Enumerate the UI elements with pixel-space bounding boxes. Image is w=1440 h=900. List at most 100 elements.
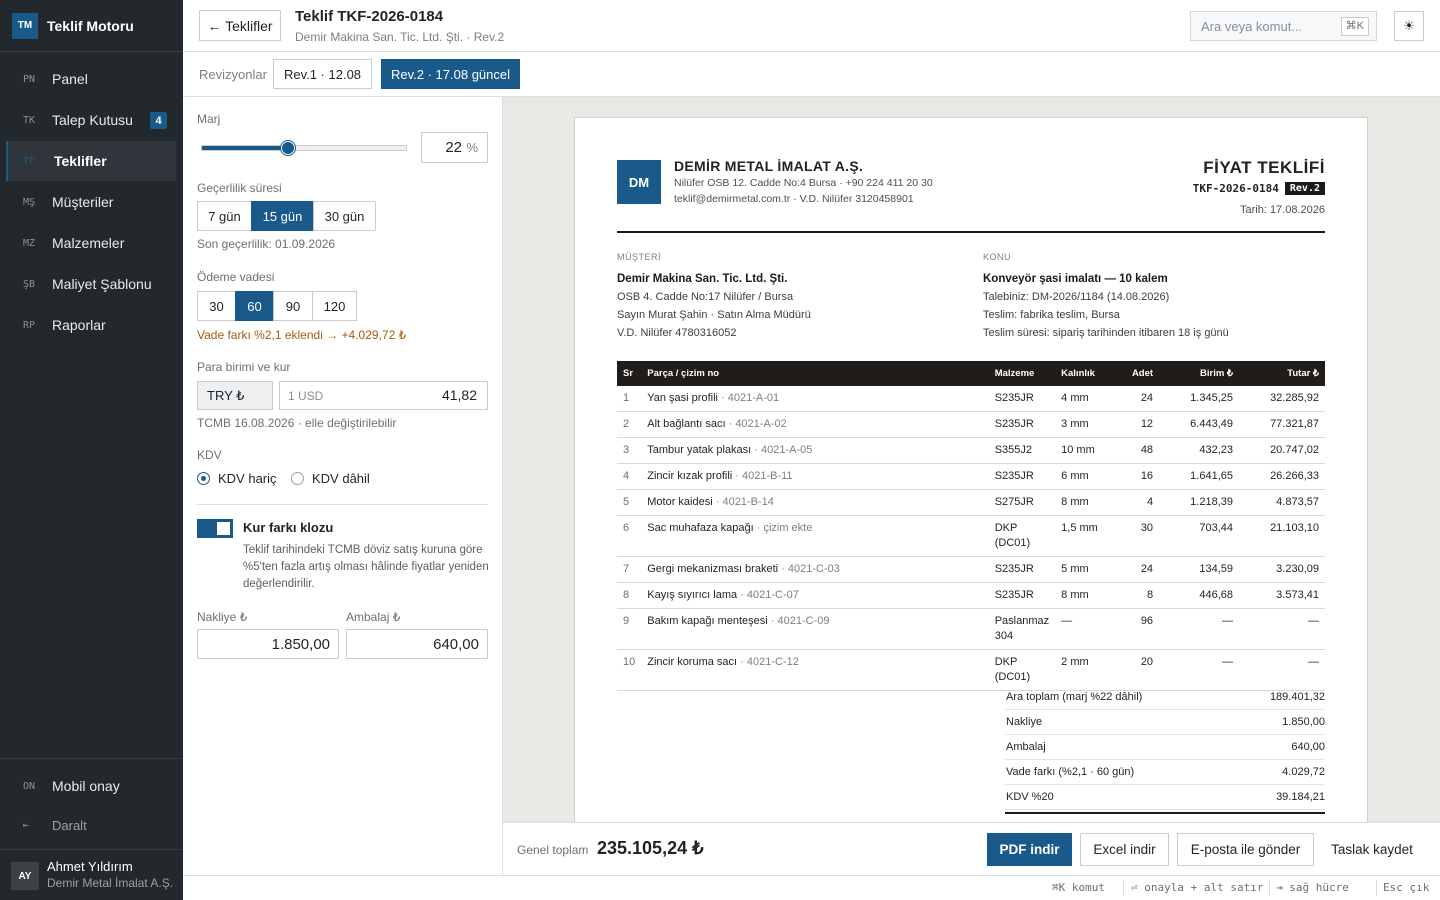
sidebar-item-maliyet-sablonu[interactable]: ŞB Maliyet Şablonu bbox=[6, 264, 176, 304]
theme-toggle-button[interactable]: ☀ bbox=[1394, 11, 1424, 41]
sidebar-item-teklifler[interactable]: TF Teklifler bbox=[6, 141, 176, 181]
cell-part: Gergi mekanizması braketi · 4021-C-03 bbox=[641, 556, 989, 583]
collapse-sidebar-button[interactable]: ⇤ Daralt bbox=[6, 805, 176, 845]
currency-note: TCMB 16.08.2026 · elle değiştirilebilir bbox=[197, 416, 397, 430]
customer-heading: MÜŞTERİ bbox=[617, 252, 661, 262]
revision-tab-1[interactable]: Rev.1 · 12.08 bbox=[273, 59, 372, 89]
page-title: Teklif TKF-2026-0184 bbox=[295, 8, 444, 25]
separator: · bbox=[725, 418, 736, 430]
table-row[interactable]: 7 Gergi mekanizması braketi · 4021-C-03 S2… bbox=[617, 556, 1325, 583]
cell-sr: 3 bbox=[617, 437, 642, 464]
brand[interactable]: TM Teklif Motoru bbox=[0, 0, 183, 52]
grand-total-label: Genel toplam bbox=[517, 843, 589, 857]
drawing-code: 4021-C-07 bbox=[746, 589, 799, 601]
status-bar: ⌘K komut ⏎ onayla + alt satır ⇥ sağ hücr… bbox=[183, 875, 1440, 900]
separator: · bbox=[737, 589, 747, 601]
total-label: Nakliye bbox=[1006, 716, 1043, 728]
search-input[interactable]: Ara veya komut... ⌘K bbox=[1190, 11, 1377, 41]
cell-qty: 12 bbox=[1117, 411, 1160, 438]
vat-included-radio[interactable]: KDV dâhil bbox=[291, 471, 370, 486]
download-pdf-button[interactable]: PDF indir bbox=[987, 833, 1072, 866]
table-row[interactable]: 3 Tambur yatak plakası · 4021-A-05 S355J2 1… bbox=[617, 437, 1325, 464]
fx-clause-toggle[interactable] bbox=[197, 519, 233, 538]
validity-option-15[interactable]: 15 gün bbox=[251, 201, 314, 231]
settings-panel: Marj 22 % Geçerlilik süresi 7 gün 15 gün… bbox=[183, 97, 503, 875]
sidebar-item-talep-kutusu[interactable]: TK Talep Kutusu 4 bbox=[6, 100, 176, 140]
validity-option-30[interactable]: 30 gün bbox=[313, 201, 376, 231]
search-placeholder: Ara veya komut... bbox=[1201, 19, 1303, 34]
table-row[interactable]: 8 Kayış sıyırıcı lama · 4021-C-07 S235JR 8 … bbox=[617, 582, 1325, 609]
cell-unit-price: 1.345,25 bbox=[1159, 386, 1239, 412]
cell-total: 26.266,33 bbox=[1239, 463, 1325, 490]
document-number-row: TKF-2026-0184 Rev.2 bbox=[1193, 182, 1325, 195]
cell-qty: 48 bbox=[1117, 437, 1160, 464]
total-row: Ara toplam (marj %22 dâhil) 189.401,32 bbox=[1005, 685, 1325, 710]
cell-thickness: 1,5 mm bbox=[1055, 515, 1118, 557]
subject-title: Konveyör şasi imalatı — 10 kalem bbox=[983, 273, 1168, 285]
validity-selector: 7 gün 15 gün 30 gün bbox=[197, 201, 376, 231]
sidebar-item-musteriler[interactable]: MŞ Müşteriler bbox=[6, 182, 176, 222]
cell-thickness: 3 mm bbox=[1055, 411, 1118, 438]
payment-label: Ödeme vadesi bbox=[197, 270, 275, 284]
packaging-input[interactable]: 640,00 bbox=[346, 629, 488, 659]
drawing-code: 4021-C-09 bbox=[777, 615, 830, 627]
payment-option-30[interactable]: 30 bbox=[197, 291, 236, 321]
cell-unit-price: 432,23 bbox=[1159, 437, 1239, 464]
cell-total: 20.747,02 bbox=[1239, 437, 1325, 464]
cell-material: S235JR bbox=[988, 556, 1056, 583]
table-row[interactable]: 5 Motor kaidesi · 4021-B-14 S275JR 8 mm 4 1.2… bbox=[617, 489, 1325, 516]
sidebar-item-raporlar[interactable]: RP Raporlar bbox=[6, 305, 176, 345]
table-row[interactable]: 6 Sac muhafaza kapağı · çizim ekte DKP (DC… bbox=[617, 515, 1325, 557]
table-row[interactable]: 2 Alt bağlantı sacı · 4021-A-02 S235JR 3 mm… bbox=[617, 411, 1325, 438]
avatar[interactable]: AY bbox=[11, 862, 39, 890]
download-excel-button[interactable]: Excel indir bbox=[1080, 833, 1169, 866]
sidebar-item-malzemeler[interactable]: MZ Malzemeler bbox=[6, 223, 176, 263]
save-draft-button[interactable]: Taslak kaydet bbox=[1323, 833, 1421, 866]
cell-part: Yan şasi profili · 4021-A-01 bbox=[641, 386, 989, 412]
total-label: Ara toplam (marj %22 dâhil) bbox=[1006, 691, 1143, 703]
revision-tab-2[interactable]: Rev.2 · 17.08 güncel bbox=[381, 59, 520, 89]
back-button[interactable]: ← Teklifler bbox=[199, 10, 281, 41]
vat-excluded-radio[interactable]: KDV hariç bbox=[197, 471, 277, 486]
payment-option-120[interactable]: 120 bbox=[312, 291, 357, 321]
part-name: Yan şasi profili bbox=[647, 392, 718, 404]
margin-slider[interactable] bbox=[201, 141, 407, 155]
action-bar: Genel toplam 235.105,24 ₺ PDF indir Exce… bbox=[503, 822, 1440, 875]
margin-unit: % bbox=[466, 140, 478, 155]
margin-slider-handle[interactable] bbox=[280, 141, 295, 155]
shipping-label: Nakliye ₺ bbox=[197, 610, 248, 624]
sidebar-item-panel[interactable]: PN Panel bbox=[6, 59, 176, 99]
validity-option-7[interactable]: 7 gün bbox=[197, 201, 252, 231]
cell-unit-price: 134,59 bbox=[1159, 556, 1239, 583]
col-qty: Adet bbox=[1117, 361, 1160, 386]
cell-material: S355J2 bbox=[988, 437, 1056, 464]
sidebar-item-label: Talep Kutusu bbox=[52, 112, 133, 128]
exchange-rate-input[interactable]: 1 USD 41,82 bbox=[279, 381, 488, 410]
validity-note: Son geçerlilik: 01.09.2026 bbox=[197, 237, 336, 251]
nav-code: ON bbox=[23, 780, 36, 792]
app-logo: TM bbox=[12, 12, 38, 39]
send-email-button[interactable]: E-posta ile gönder bbox=[1177, 833, 1314, 866]
cell-part: Alt bağlantı sacı · 4021-A-02 bbox=[641, 411, 989, 438]
cell-qty: 8 bbox=[1117, 582, 1160, 609]
packaging-label: Ambalaj ₺ bbox=[346, 610, 401, 624]
currency-select[interactable]: TRY ₺ bbox=[197, 381, 273, 410]
payment-selector: 30 60 90 120 bbox=[197, 291, 357, 321]
shipping-input[interactable]: 1.850,00 bbox=[197, 629, 339, 659]
hint-confirm: ⏎ onayla + alt satır bbox=[1131, 881, 1264, 894]
hint-separator bbox=[1123, 880, 1124, 896]
separator: · bbox=[751, 444, 761, 456]
margin-input[interactable]: 22 % bbox=[421, 132, 488, 163]
customer-tax: V.D. Nilüfer 4780316052 bbox=[617, 327, 737, 339]
app-name: Teklif Motoru bbox=[47, 17, 134, 34]
document-preview[interactable]: DM DEMİR METAL İMALAT A.Ş. Nilüfer OSB 1… bbox=[503, 97, 1440, 822]
table-row[interactable]: 9 Bakım kapağı menteşesi · 4021-C-09 Pasla… bbox=[617, 608, 1325, 650]
table-row[interactable]: 4 Zincir kızak profili · 4021-B-11 S235JR 6… bbox=[617, 463, 1325, 490]
sidebar-item-mobil-onay[interactable]: ON Mobil onay bbox=[6, 766, 176, 806]
customer-contact: Sayın Murat Şahin · Satın Alma Müdürü bbox=[617, 309, 811, 321]
part-name: Alt bağlantı sacı bbox=[647, 418, 726, 430]
table-row[interactable]: 1 Yan şasi profili · 4021-A-01 S235JR 4 mm 2… bbox=[617, 386, 1325, 412]
payment-option-90[interactable]: 90 bbox=[273, 291, 313, 321]
payment-option-60[interactable]: 60 bbox=[235, 291, 274, 321]
drawing-code: 4021-C-12 bbox=[746, 656, 799, 668]
